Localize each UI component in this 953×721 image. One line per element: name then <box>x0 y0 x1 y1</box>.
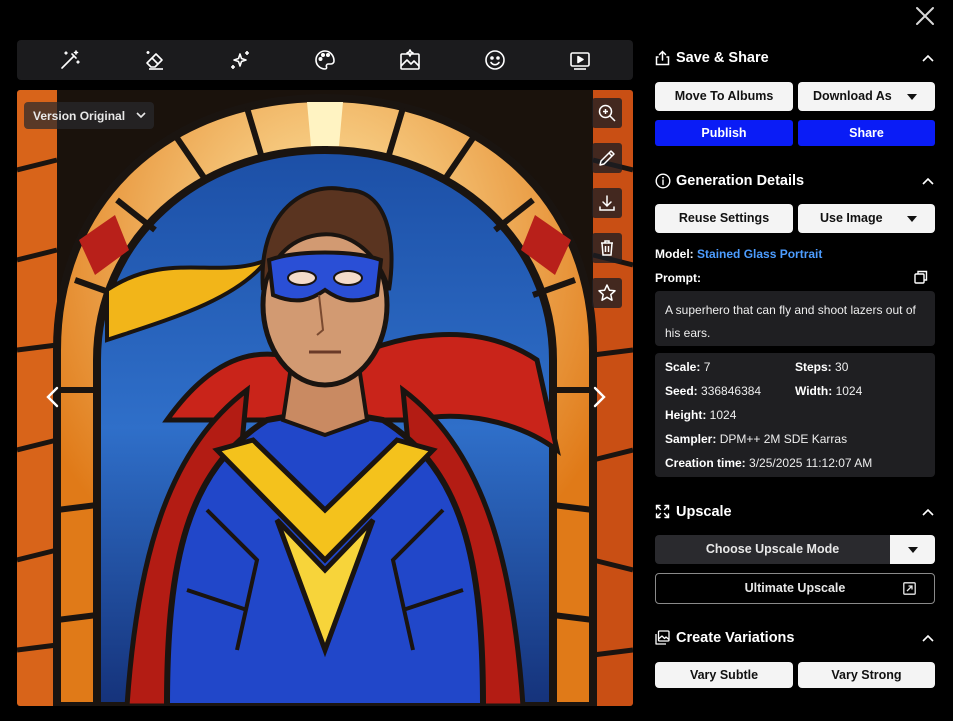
upscale-mode-select[interactable]: Choose Upscale Mode <box>655 535 890 564</box>
steps-label: Steps: <box>795 360 832 374</box>
seed-row: Seed: 336846384 <box>665 384 761 398</box>
sampler-row: Sampler: DPM++ 2M SDE Karras <box>665 432 847 446</box>
expand-icon <box>655 504 670 519</box>
info-icon <box>655 173 671 189</box>
upscale-mode-dropdown[interactable] <box>890 535 935 564</box>
create-variations-title: Create Variations <box>676 630 795 646</box>
pencil-icon <box>599 150 615 166</box>
height-value: 1024 <box>709 408 737 422</box>
palette-icon[interactable] <box>313 48 337 72</box>
scale-value: 7 <box>703 360 711 374</box>
prompt-text: A superhero that can fly and shoot lazer… <box>655 291 935 346</box>
copy-icon[interactable] <box>914 270 928 284</box>
magic-wand-icon[interactable] <box>58 48 82 72</box>
zoom-in-button[interactable] <box>592 98 622 128</box>
width-value: 1024 <box>835 384 863 398</box>
sparkles-icon[interactable] <box>228 48 252 72</box>
delete-button[interactable] <box>592 233 622 263</box>
caret-down-icon <box>907 94 917 100</box>
height-row: Height: 1024 <box>665 408 736 422</box>
scale-label: Scale: <box>665 360 701 374</box>
caret-down-icon <box>907 216 917 222</box>
chevron-down-icon <box>136 112 146 119</box>
creation-time-label: Creation time: <box>665 456 746 470</box>
image-tools-toolbar <box>17 40 633 80</box>
edit-button[interactable] <box>592 143 622 173</box>
scale-row: Scale: 7 <box>665 360 710 374</box>
ultimate-upscale-button[interactable]: Ultimate Upscale <box>655 573 935 604</box>
model-row: Model: Stained Glass Portrait <box>655 247 822 261</box>
star-icon <box>598 284 616 301</box>
vary-strong-button[interactable]: Vary Strong <box>798 662 935 688</box>
steps-value: 30 <box>835 360 849 374</box>
width-row: Width: 1024 <box>795 384 862 398</box>
download-icon <box>599 195 615 211</box>
download-as-button[interactable]: Download As <box>798 82 935 111</box>
generated-image-viewer[interactable] <box>17 90 633 706</box>
save-share-title: Save & Share <box>676 50 769 66</box>
next-image-arrow[interactable] <box>584 380 614 414</box>
steps-row: Steps: 30 <box>795 360 848 374</box>
download-button[interactable] <box>592 188 622 218</box>
seed-value: 336846384 <box>701 384 762 398</box>
upscale-title: Upscale <box>676 504 732 520</box>
model-link[interactable]: Stained Glass Portrait <box>697 247 822 261</box>
download-as-label: Download As <box>813 89 892 103</box>
generation-details-title: Generation Details <box>676 173 805 189</box>
seed-label: Seed: <box>665 384 698 398</box>
chevron-up-icon[interactable] <box>920 631 936 647</box>
reuse-settings-button[interactable]: Reuse Settings <box>655 204 793 233</box>
share-upload-icon <box>655 50 670 66</box>
external-link-icon <box>903 582 916 595</box>
chevron-up-icon[interactable] <box>920 51 936 67</box>
eraser-icon[interactable] <box>143 48 167 72</box>
gallery-icon <box>655 630 670 645</box>
version-select[interactable]: Version Original <box>24 102 154 129</box>
ultimate-upscale-label: Ultimate Upscale <box>744 581 846 595</box>
vary-subtle-button[interactable]: Vary Subtle <box>655 662 793 688</box>
sampler-value: DPM++ 2M SDE Karras <box>719 432 848 446</box>
trash-icon <box>601 240 613 256</box>
creation-time-value: 3/25/2025 11:12:07 AM <box>749 456 873 470</box>
face-icon[interactable] <box>483 48 507 72</box>
move-to-albums-button[interactable]: Move To Albums <box>655 82 793 111</box>
height-label: Height: <box>665 408 707 422</box>
generated-image <box>17 90 633 706</box>
share-button[interactable]: Share <box>798 120 935 146</box>
publish-button[interactable]: Publish <box>655 120 793 146</box>
close-icon[interactable] <box>914 5 936 27</box>
use-image-label: Use Image <box>820 211 883 225</box>
width-label: Width: <box>795 384 833 398</box>
chevron-up-icon[interactable] <box>920 174 936 190</box>
zoom-in-icon <box>598 104 616 122</box>
chevron-up-icon[interactable] <box>920 505 936 521</box>
use-image-button[interactable]: Use Image <box>798 204 935 233</box>
caret-down-icon <box>908 547 918 553</box>
previous-image-arrow[interactable] <box>38 380 68 414</box>
model-label: Model: <box>655 247 694 261</box>
prompt-label: Prompt: <box>655 271 701 285</box>
generation-parameters: Scale: 7 Steps: 30 Seed: 336846384 Width… <box>655 353 935 477</box>
video-play-icon[interactable] <box>568 48 592 72</box>
creation-time-row: Creation time: 3/25/2025 11:12:07 AM <box>665 456 872 470</box>
version-label: Version Original <box>33 109 126 123</box>
favorite-button[interactable] <box>592 278 622 308</box>
sampler-label: Sampler: <box>665 432 717 446</box>
image-edit-icon[interactable] <box>398 48 422 72</box>
